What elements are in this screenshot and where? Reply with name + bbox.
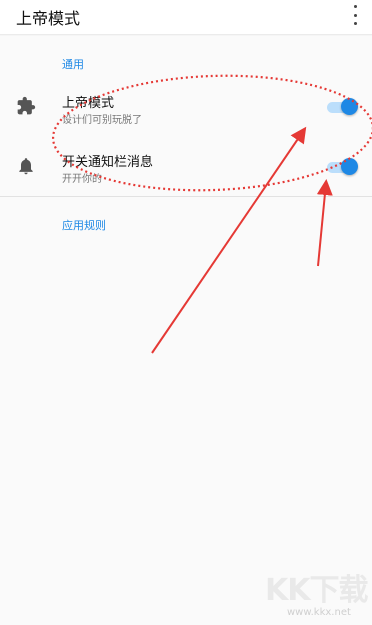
watermark-logo: KK下载 www.kkx.net <box>265 565 370 625</box>
annotation-overlay <box>51 74 372 354</box>
watermark-text: KK下载 <box>265 573 368 608</box>
watermark-url: www.kkx.net <box>287 607 351 618</box>
annotation-arrow <box>316 179 333 267</box>
annotation-arrow <box>151 126 307 354</box>
highlight-ellipse <box>51 74 372 192</box>
